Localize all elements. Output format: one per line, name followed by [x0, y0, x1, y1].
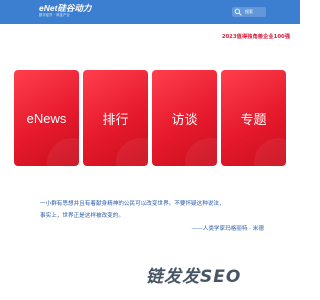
- card-ranking[interactable]: 排行: [83, 70, 148, 166]
- card-interview[interactable]: 访谈: [152, 70, 217, 166]
- quote-line-1: 一小群有思想并且有着献身精神的公民可以改变世界。不要怀疑这种说法，: [40, 201, 225, 207]
- card-ranking-label: 排行: [102, 112, 129, 128]
- category-cards: eNews 排行 访谈 专题: [14, 70, 286, 166]
- quote-author: ——人类学家玛格丽特 · 米德: [191, 226, 264, 232]
- watermark-text: 链发发SEO: [146, 267, 242, 287]
- search-box[interactable]: 搜索: [232, 7, 266, 17]
- award-link[interactable]: 2023值得独角兽企业100强: [222, 32, 290, 40]
- top-header: eNet硅谷动力 数字经济 · 科技产业 搜索: [0, 0, 300, 24]
- card-special-label: 专题: [240, 112, 267, 128]
- card-interview-label: 访谈: [171, 112, 198, 128]
- card-enews[interactable]: eNews: [14, 70, 79, 166]
- card-enews-label: eNews: [26, 110, 67, 126]
- card-special[interactable]: 专题: [221, 70, 286, 166]
- enet-logo[interactable]: eNet硅谷动力 数字经济 · 科技产业: [39, 4, 91, 18]
- quote-text: 一小群有思想并且有着献身精神的公民可以改变世界。不要怀疑这种说法， 事实上，世界…: [40, 198, 272, 222]
- search-label: 搜索: [245, 9, 253, 14]
- quote-line-2: 事实上，世界正是这样被改变的。: [40, 213, 124, 219]
- search-icon[interactable]: [234, 8, 242, 16]
- logo-tagline: 数字经济 · 科技产业: [39, 13, 70, 17]
- logo-title: eNet硅谷动力: [39, 3, 92, 13]
